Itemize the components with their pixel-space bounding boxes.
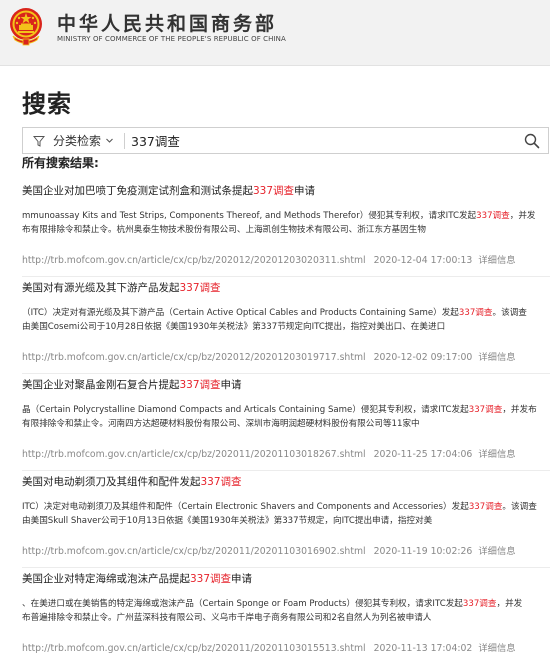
result-title-text: 美国企业对加巴喷丁免疫测定试剂盒和测试条提起: [22, 185, 253, 197]
result-url[interactable]: http://trb.mofcom.gov.cn/article/cx/cp/b…: [22, 449, 366, 460]
result-snippet: ITC）决定对电动剃须刀及其组件和配件（Certain Electronic S…: [22, 501, 550, 528]
result-title-highlight: 337调查: [179, 282, 221, 294]
search-icon[interactable]: [524, 133, 540, 149]
result-detail-link[interactable]: 详细信息: [478, 643, 515, 654]
site-subtitle: MINISTRY OF COMMERCE OF THE PEOPLE'S REP…: [57, 35, 286, 43]
snippet-text-line2: 有限排除令和禁止令。河南四方达超硬材料股份有限公司、深圳市海明润超硬材料股份有限…: [22, 418, 420, 429]
result-date: 2020-12-02 09:17:00: [373, 352, 473, 363]
snippet-text-end: ，并发: [509, 211, 536, 221]
snippet-highlight: 337调查: [468, 502, 503, 512]
result-meta: http://trb.mofcom.gov.cn/article/cx/cp/b…: [22, 446, 550, 460]
result-meta: http://trb.mofcom.gov.cn/article/cx/cp/b…: [22, 640, 550, 654]
search-bar-divider: [124, 133, 125, 149]
result-detail-link[interactable]: 详细信息: [478, 546, 515, 557]
search-input[interactable]: [131, 130, 521, 151]
result-title-highlight: 337调查: [190, 573, 232, 585]
snippet-text-end: ，并发: [496, 599, 523, 609]
result-divider: [22, 567, 550, 568]
snippet-text-end: 。该调查: [492, 308, 527, 318]
site-title: 中华人民共和国商务部: [57, 13, 278, 35]
result-divider: [22, 470, 550, 471]
snippet-text-end: 。该调查: [502, 502, 537, 512]
category-filter-dropdown[interactable]: 分类检索: [23, 128, 117, 153]
result-title-link[interactable]: 美国对电动剃须刀及其组件和配件发起337调查: [22, 474, 550, 489]
result-date: 2020-11-13 17:04:02: [373, 643, 473, 654]
result-url[interactable]: http://trb.mofcom.gov.cn/article/cx/cp/b…: [22, 255, 366, 266]
search-result: 美国企业对特定海绵或泡沫产品提起337调查申请 、在美进口或在美销售的特定海绵或…: [22, 571, 550, 654]
result-title-suffix: 申请: [231, 573, 253, 585]
result-title-highlight: 337调查: [179, 379, 221, 391]
result-detail-link[interactable]: 详细信息: [478, 352, 515, 363]
snippet-text: 晶（Certain Polycrystalline Diamond Compac…: [22, 405, 469, 415]
chevron-down-icon: [106, 138, 113, 143]
result-date: 2020-12-04 17:00:13: [373, 255, 473, 266]
result-title-suffix: 申请: [294, 185, 316, 197]
result-title-highlight: 337调查: [200, 476, 242, 488]
category-filter-label: 分类检索: [53, 134, 102, 148]
snippet-text: （ITC）决定对有源光缆及其下游产品（Certain Active Optica…: [22, 308, 459, 318]
search-result: 美国对电动剃须刀及其组件和配件发起337调查 ITC）决定对电动剃须刀及其组件和…: [22, 474, 550, 568]
result-title-text: 美国企业对聚晶金刚石复合片提起: [22, 379, 180, 391]
result-url[interactable]: http://trb.mofcom.gov.cn/article/cx/cp/b…: [22, 643, 366, 654]
result-divider: [22, 373, 550, 374]
snippet-highlight: 337调查: [468, 405, 503, 415]
result-meta: http://trb.mofcom.gov.cn/article/cx/cp/b…: [22, 543, 550, 557]
page-title: 搜索: [22, 90, 72, 118]
result-url[interactable]: http://trb.mofcom.gov.cn/article/cx/cp/b…: [22, 546, 366, 557]
result-snippet: 晶（Certain Polycrystalline Diamond Compac…: [22, 404, 550, 431]
snippet-text-line2: 由美国Skull Shaver公司于10月13日依据《美国1930年关税法》第3…: [22, 515, 433, 526]
result-title-highlight: 337调查: [253, 185, 295, 197]
snippet-text: mmunoassay Kits and Test Strips, Compone…: [22, 211, 477, 221]
result-snippet: （ITC）决定对有源光缆及其下游产品（Certain Active Optica…: [22, 307, 550, 334]
result-detail-link[interactable]: 详细信息: [478, 255, 515, 266]
search-result: 美国对有源光缆及其下游产品发起337调查 （ITC）决定对有源光缆及其下游产品（…: [22, 280, 550, 374]
snippet-text-line2: 布普遍排除令和禁止令。广州蓝深科技有限公司、义乌市千岸电子商务有限公司和2名自然…: [22, 612, 432, 623]
result-url[interactable]: http://trb.mofcom.gov.cn/article/cx/cp/b…: [22, 352, 366, 363]
national-emblem-icon: [10, 8, 42, 46]
filter-icon: [33, 135, 45, 147]
result-snippet: 、在美进口或在美销售的特定海绵或泡沫产品（Certain Sponge or F…: [22, 598, 550, 625]
result-title-link[interactable]: 美国企业对特定海绵或泡沫产品提起337调查申请: [22, 571, 550, 586]
result-divider: [22, 276, 550, 277]
result-detail-link[interactable]: 详细信息: [478, 449, 515, 460]
site-header: 中华人民共和国商务部 MINISTRY OF COMMERCE OF THE P…: [0, 0, 550, 66]
search-bar: 分类检索: [22, 127, 549, 154]
result-meta: http://trb.mofcom.gov.cn/article/cx/cp/b…: [22, 349, 550, 363]
result-title-link[interactable]: 美国企业对加巴喷丁免疫测定试剂盒和测试条提起337调查申请: [22, 183, 550, 198]
result-title-link[interactable]: 美国对有源光缆及其下游产品发起337调查: [22, 280, 550, 295]
result-title-text: 美国对有源光缆及其下游产品发起: [22, 282, 180, 294]
results-heading: 所有搜索结果:: [22, 156, 99, 170]
result-title-link[interactable]: 美国企业对聚晶金刚石复合片提起337调查申请: [22, 377, 550, 392]
snippet-text-end: ，并发布: [502, 405, 537, 415]
result-snippet: mmunoassay Kits and Test Strips, Compone…: [22, 210, 550, 237]
snippet-text: 、在美进口或在美销售的特定海绵或泡沫产品（Certain Sponge or F…: [22, 599, 463, 609]
snippet-text-line2: 布有限排除令和禁止令。杭州奥泰生物技术股份有限公司、上海凯创生物技术有限公司、浙…: [22, 224, 426, 235]
result-title-text: 美国企业对特定海绵或泡沫产品提起: [22, 573, 190, 585]
result-date: 2020-11-25 17:04:06: [373, 449, 473, 460]
snippet-text: ITC）决定对电动剃须刀及其组件和配件（Certain Electronic S…: [22, 502, 469, 512]
snippet-highlight: 337调查: [458, 308, 493, 318]
snippet-highlight: 337调查: [462, 599, 497, 609]
search-result: 美国企业对聚晶金刚石复合片提起337调查申请 晶（Certain Polycry…: [22, 377, 550, 471]
search-result: 美国企业对加巴喷丁免疫测定试剂盒和测试条提起337调查申请 mmunoassay…: [22, 183, 550, 277]
result-title-suffix: 申请: [220, 379, 242, 391]
result-date: 2020-11-19 10:02:26: [373, 546, 473, 557]
snippet-text-line2: 由美国Cosemi公司于10月28日依据《美国1930年关税法》第337节规定向…: [22, 321, 446, 332]
result-meta: http://trb.mofcom.gov.cn/article/cx/cp/b…: [22, 252, 550, 266]
snippet-highlight: 337调查: [476, 211, 510, 221]
result-title-text: 美国对电动剃须刀及其组件和配件发起: [22, 476, 201, 488]
